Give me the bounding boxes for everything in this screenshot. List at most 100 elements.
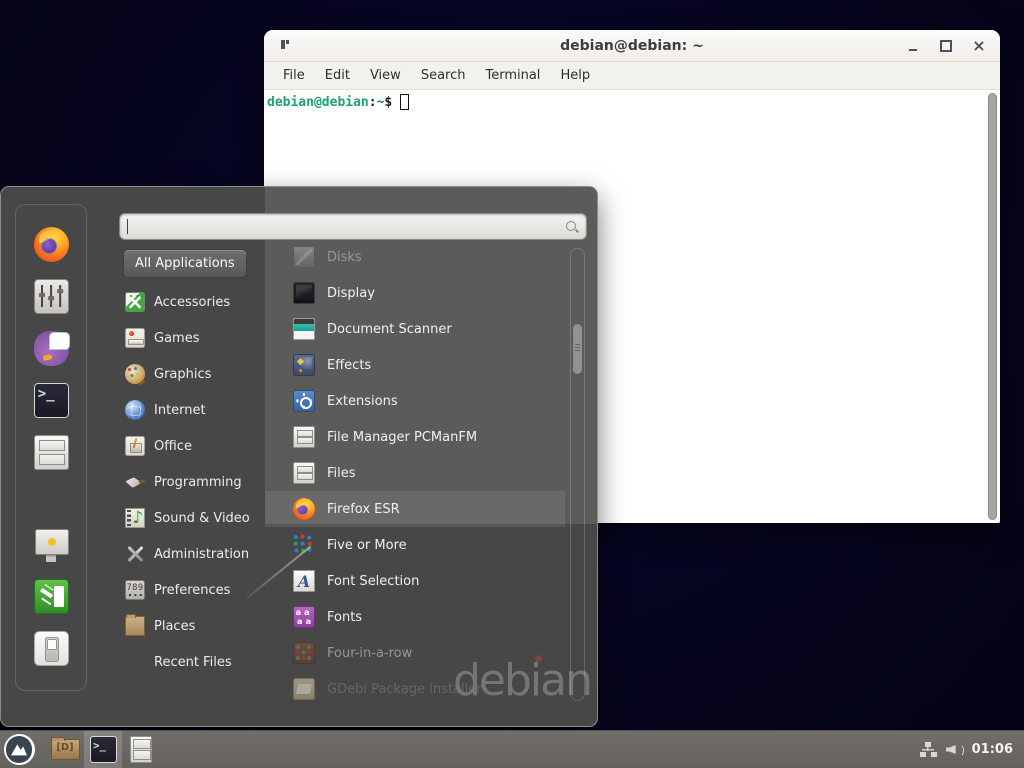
app-extensions[interactable]: Extensions [265,383,565,419]
text-caret [127,219,128,234]
application-icon [293,426,315,448]
category-all-applications[interactable]: All Applications [123,249,247,278]
terminal-icon[interactable] [34,383,69,418]
lock-screen-icon[interactable] [34,527,69,562]
app-font-selection[interactable]: Font Selection [265,563,565,599]
terminal-menu-item[interactable]: File [273,64,315,87]
category-internet[interactable]: Internet [121,392,267,428]
app-firefox-esr[interactable]: Firefox ESR [265,491,565,527]
terminal-menu-item[interactable]: Edit [315,64,360,87]
app-four-in-a-row[interactable]: Four-in-a-row [265,635,565,671]
app-fonts[interactable]: Fonts [265,599,565,635]
category-recent-files[interactable]: Recent Files [121,644,267,680]
menu-scrollbar[interactable] [570,248,585,701]
application-icon [293,462,315,484]
application-label: Firefox ESR [327,502,400,517]
category-label: Preferences [154,583,230,598]
app-files[interactable]: Files [265,455,565,491]
terminal-scrollbar-thumb[interactable] [988,93,997,520]
category-label: Places [154,619,195,634]
category-sound-video[interactable]: Sound & Video [121,500,267,536]
application-icon [293,282,315,304]
application-icon [293,606,315,628]
app-gdebi-package-installer[interactable]: GDebi Package Installer [265,671,565,707]
application-label: Extensions [327,394,398,409]
terminal-cursor [400,94,409,110]
pidgin-icon[interactable] [34,331,69,366]
terminal-menubar: FileEditViewSearchTerminalHelp [264,62,1000,90]
prompt-user-host: debian@debian [267,95,369,110]
system-tray: 01:06 [920,731,1024,768]
taskbar-launchers [0,731,160,768]
category-office[interactable]: Office [121,428,267,464]
app-disks[interactable]: Disks [265,239,565,275]
app-effects[interactable]: Effects [265,347,565,383]
app-document-scanner[interactable]: Document Scanner [265,311,565,347]
shut-down-icon[interactable] [34,631,69,666]
category-icon [125,364,145,384]
file-cabinet-icon[interactable] [34,435,69,470]
terminal-menu-item[interactable]: Search [411,64,476,87]
application-icon [293,570,315,592]
clock[interactable]: 01:06 [972,742,1016,757]
taskbar: 01:06 [0,730,1024,768]
application-list: Disks Display Document Scanner Effects E… [265,239,565,707]
desktop: debian@debian: ~ FileEditViewSearchTermi… [0,0,1024,768]
application-icon [293,678,315,700]
application-label: Five or More [327,538,407,553]
application-label: File Manager PCManFM [327,430,477,445]
search-input[interactable] [130,214,565,239]
firefox-icon[interactable] [34,227,69,262]
menu-scrollbar-thumb[interactable] [573,324,582,374]
category-icon [125,328,145,348]
category-icon [125,652,145,672]
category-icon [125,616,145,636]
category-icon [125,544,145,564]
menu-button-icon [4,734,35,765]
category-preferences[interactable]: Preferences [121,572,267,608]
category-label: Sound & Video [154,511,250,526]
prompt-symbol: $ [384,95,392,110]
application-label: Four-in-a-row [327,646,412,661]
app-file-manager-pcmanfm[interactable]: File Manager PCManFM [265,419,565,455]
control-center-icon[interactable] [34,279,69,314]
app-display[interactable]: Display [265,275,565,311]
category-places[interactable]: Places [121,608,267,644]
application-label: Font Selection [327,574,419,589]
category-icon [125,292,145,312]
window-controls [904,30,988,62]
network-icon[interactable] [920,742,937,757]
terminal-scrollbar[interactable] [987,93,999,520]
minimize-icon[interactable] [904,37,922,55]
category-label: Programming [154,475,242,490]
application-label: Disks [327,250,362,265]
window-title: debian@debian: ~ [264,38,1000,54]
terminal-menu-item[interactable]: View [360,64,411,87]
prompt-colon: : [369,95,377,110]
close-icon[interactable] [970,37,988,55]
category-icon [125,436,145,456]
application-label: Fonts [327,610,362,625]
terminal-menu-item[interactable]: Terminal [475,64,550,87]
volume-icon[interactable] [946,742,963,757]
application-icon [293,390,315,412]
category-accessories[interactable]: Accessories [121,284,267,320]
category-administration[interactable]: Administration [121,536,267,572]
application-label: Display [327,286,375,301]
category-label: Internet [154,403,206,418]
category-list: All Applications Accessories Games Graph… [121,247,267,680]
category-graphics[interactable]: Graphics [121,356,267,392]
category-label: Accessories [154,295,230,310]
folder-launcher-icon [51,739,80,760]
category-games[interactable]: Games [121,320,267,356]
search-box[interactable] [119,213,587,240]
application-label: Files [327,466,356,481]
category-label: Games [154,331,199,346]
application-label: Effects [327,358,371,373]
terminal-titlebar[interactable]: debian@debian: ~ [264,30,1000,62]
category-programming[interactable]: Programming [121,464,267,500]
log-out-icon[interactable] [34,579,69,614]
terminal-menu-item[interactable]: Help [550,64,600,87]
application-label: GDebi Package Installer [327,682,482,697]
maximize-icon[interactable] [937,37,955,55]
